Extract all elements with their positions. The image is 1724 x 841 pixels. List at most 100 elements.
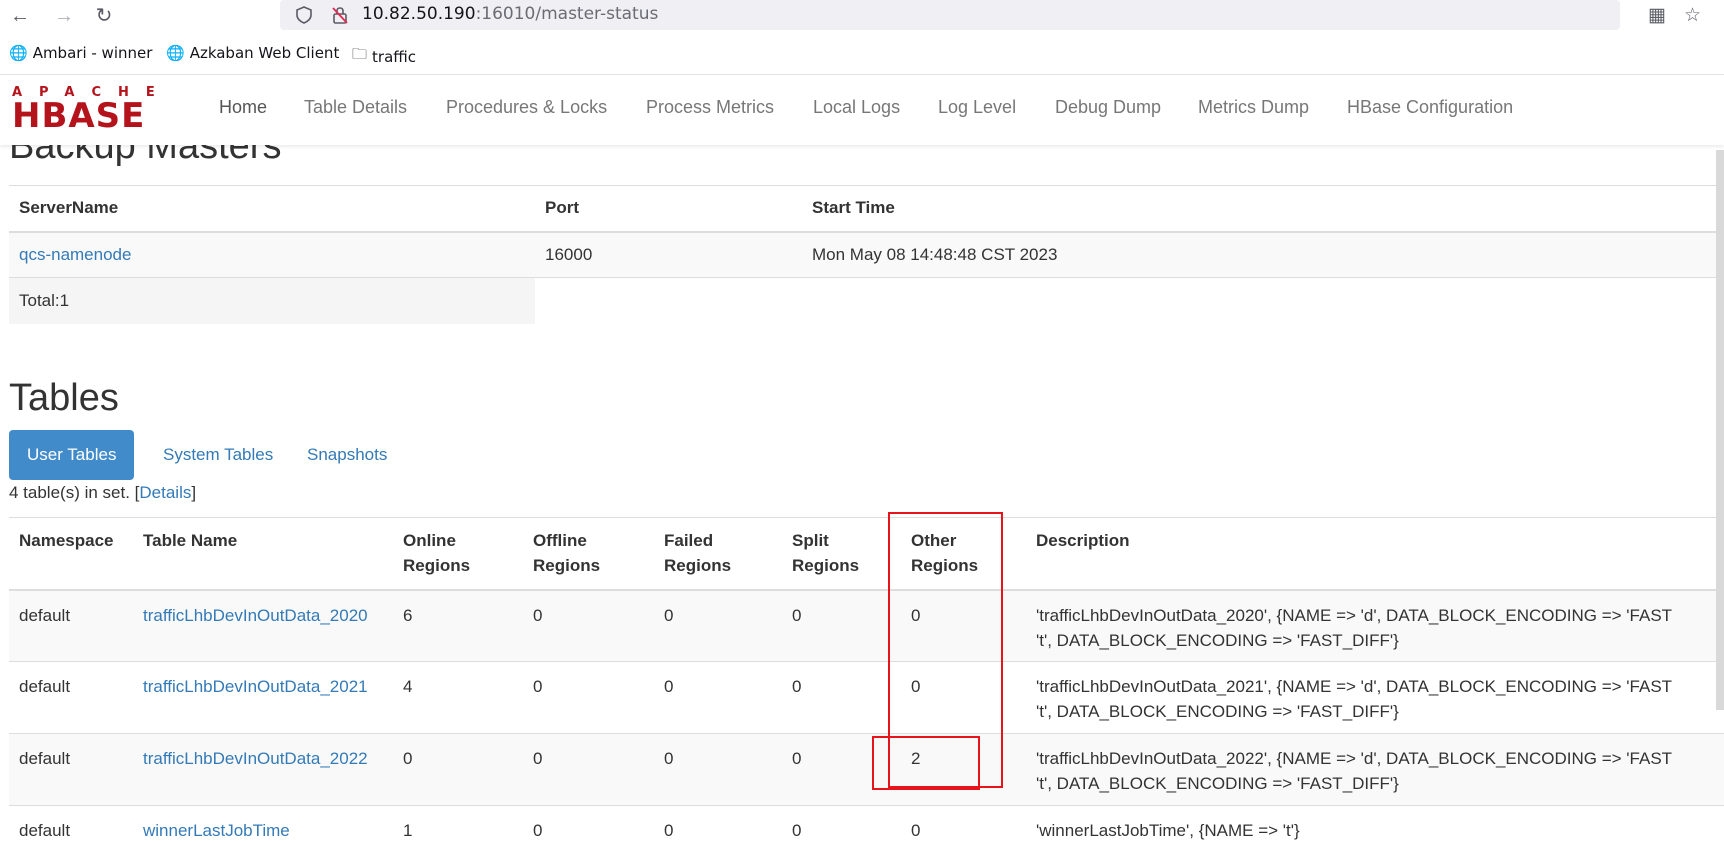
description-line: 'trafficLhbDevInOutData_2020', {NAME => … xyxy=(1036,605,1673,625)
forward-arrow-icon[interactable]: → xyxy=(52,4,76,28)
other-regions-cell: 0 xyxy=(901,805,1026,841)
online-regions-cell: 6 xyxy=(393,589,523,662)
set-info-bracket: ] xyxy=(191,483,197,502)
column-header-offline-regions: Offline Regions xyxy=(523,517,654,591)
logo-hbase-text: HBASE xyxy=(12,96,146,136)
online-regions-cell: 4 xyxy=(393,661,523,734)
folder-icon: 🗀 xyxy=(352,45,368,63)
nav-home[interactable]: Home xyxy=(219,97,267,118)
column-header-failed-regions: Failed Regions xyxy=(654,517,782,591)
reload-icon[interactable]: ↻ xyxy=(92,4,116,28)
page-scrollbar[interactable] xyxy=(1716,150,1724,710)
back-arrow-icon[interactable]: ← xyxy=(8,4,32,28)
column-header-online-regions: Online Regions xyxy=(393,517,523,591)
bookmarks-bar: 🌐 Ambari - winner 🌐 Azkaban Web Client 🗀 tr… xyxy=(0,42,1724,68)
bookmark-azkaban[interactable]: 🌐 Azkaban Web Client xyxy=(166,44,339,62)
failed-regions-cell: 0 xyxy=(654,805,782,841)
description-line: 't', DATA_BLOCK_ENCODING => 'FAST_DIFF'} xyxy=(1036,774,1399,793)
tab-user-tables[interactable]: User Tables xyxy=(9,430,135,480)
column-header-namespace: Namespace xyxy=(9,517,133,591)
table-row: qcs-namenode 16000 Mon May 08 14:48:48 C… xyxy=(9,231,1724,278)
column-header: Port xyxy=(535,185,802,233)
online-regions-cell: 0 xyxy=(393,733,523,806)
column-header-description: Description xyxy=(1026,517,1724,591)
nav-debug-dump[interactable]: Debug Dump xyxy=(1055,97,1161,118)
backup-masters-heading: Backup Masters xyxy=(9,145,282,167)
globe-icon: 🌐 xyxy=(166,44,185,62)
tab-snapshots[interactable]: Snapshots xyxy=(289,430,405,480)
failed-regions-cell: 0 xyxy=(654,733,782,806)
total-cell: Total:1 xyxy=(9,277,535,324)
table-row: default trafficLhbDevInOutData_2022 0 0 … xyxy=(9,733,1724,806)
bookmark-ambari[interactable]: 🌐 Ambari - winner xyxy=(9,44,152,62)
shield-icon[interactable] xyxy=(294,5,314,25)
column-header: Start Time xyxy=(802,185,1724,233)
bookmark-folder-traffic[interactable]: 🗀 traffic xyxy=(352,44,416,69)
backup-masters-table: ServerName Port Start Time qcs-namenode … xyxy=(9,185,1724,324)
offline-regions-cell: 0 xyxy=(523,805,654,841)
description-cell: 'trafficLhbDevInOutData_2022', {NAME => … xyxy=(1026,733,1724,806)
namespace-cell: default xyxy=(9,661,133,734)
bookmark-label: traffic xyxy=(372,47,417,66)
nav-log-level[interactable]: Log Level xyxy=(938,97,1016,118)
start-time-cell: Mon May 08 14:48:48 CST 2023 xyxy=(802,231,1724,278)
namespace-cell: default xyxy=(9,805,133,841)
table-name-link[interactable]: trafficLhbDevInOutData_2020 xyxy=(143,606,368,625)
port-cell: 16000 xyxy=(535,231,802,278)
split-regions-cell: 0 xyxy=(782,589,901,662)
nav-process-metrics[interactable]: Process Metrics xyxy=(646,97,774,118)
table-name-link[interactable]: trafficLhbDevInOutData_2021 xyxy=(143,677,368,696)
table-row: default trafficLhbDevInOutData_2021 4 0 … xyxy=(9,661,1724,734)
offline-regions-cell: 0 xyxy=(523,733,654,806)
server-name-link[interactable]: qcs-namenode xyxy=(19,245,131,264)
table-set-info: 4 table(s) in set. [Details] xyxy=(9,483,196,503)
namespace-cell: default xyxy=(9,589,133,662)
column-header: ServerName xyxy=(9,185,535,233)
split-regions-cell: 0 xyxy=(782,661,901,734)
hbase-logo[interactable]: APACHE HBASE xyxy=(12,85,182,136)
description-cell: 'winnerLastJobTime', {NAME => 't'} xyxy=(1026,805,1724,841)
qr-code-icon[interactable]: ▦ xyxy=(1648,4,1666,27)
failed-regions-cell: 0 xyxy=(654,661,782,734)
table-row: default winnerLastJobTime 1 0 0 0 0 'win… xyxy=(9,805,1724,841)
bookmark-label: Azkaban Web Client xyxy=(189,44,340,62)
column-header-table-name: Table Name xyxy=(133,517,393,591)
tables-heading: Tables xyxy=(9,377,119,419)
set-info-text: 4 table(s) in set. [ xyxy=(9,483,140,502)
bookmark-star-icon[interactable]: ☆ xyxy=(1684,4,1701,27)
nav-local-logs[interactable]: Local Logs xyxy=(813,97,900,118)
globe-icon: 🌐 xyxy=(9,44,28,62)
table-row: default trafficLhbDevInOutData_2020 6 0 … xyxy=(9,589,1724,662)
nav-hbase-configuration[interactable]: HBase Configuration xyxy=(1347,97,1513,118)
offline-regions-cell: 0 xyxy=(523,661,654,734)
online-regions-cell: 1 xyxy=(393,805,523,841)
url-text: 10.82.50.190:16010/master-status xyxy=(362,4,659,24)
annotation-box-other-regions-value xyxy=(872,736,980,790)
offline-regions-cell: 0 xyxy=(523,589,654,662)
nav-table-details[interactable]: Table Details xyxy=(304,97,407,118)
hbase-navbar: APACHE HBASE Home Table Details Procedur… xyxy=(0,74,1724,145)
details-link[interactable]: Details xyxy=(139,483,191,502)
description-cell: 'trafficLhbDevInOutData_2021', {NAME => … xyxy=(1026,661,1724,734)
description-line: 'trafficLhbDevInOutData_2021', {NAME => … xyxy=(1036,677,1673,696)
tab-system-tables[interactable]: System Tables xyxy=(145,430,291,480)
description-line: 'winnerLastJobTime', {NAME => 't'} xyxy=(1036,821,1300,840)
table-name-link[interactable]: winnerLastJobTime xyxy=(143,821,290,840)
nav-procedures-locks[interactable]: Procedures & Locks xyxy=(446,97,607,118)
nav-metrics-dump[interactable]: Metrics Dump xyxy=(1198,97,1309,118)
user-tables-table: Namespace Table Name Online Regions Offl… xyxy=(9,517,1724,841)
table-name-link[interactable]: trafficLhbDevInOutData_2022 xyxy=(143,749,368,768)
description-line: 't', DATA_BLOCK_ENCODING => 'FAST_DIFF'} xyxy=(1036,630,1399,650)
namespace-cell: default xyxy=(9,733,133,806)
main-content: Backup Masters ServerName Port Start Tim… xyxy=(0,145,1724,841)
split-regions-cell: 0 xyxy=(782,805,901,841)
description-cell: 'trafficLhbDevInOutData_2020', {NAME => … xyxy=(1026,589,1724,662)
bookmark-label: Ambari - winner xyxy=(32,44,153,62)
description-line: 'trafficLhbDevInOutData_2022', {NAME => … xyxy=(1036,749,1673,768)
browser-toolbar: ← → ↻ 10.82.50.190:16010/master-status ▦… xyxy=(0,0,1724,32)
description-line: 't', DATA_BLOCK_ENCODING => 'FAST_DIFF'} xyxy=(1036,702,1399,721)
insecure-lock-icon[interactable] xyxy=(330,5,350,25)
total-row: Total:1 xyxy=(9,277,1724,324)
failed-regions-cell: 0 xyxy=(654,589,782,662)
column-header-split-regions: Split Regions xyxy=(782,517,901,591)
